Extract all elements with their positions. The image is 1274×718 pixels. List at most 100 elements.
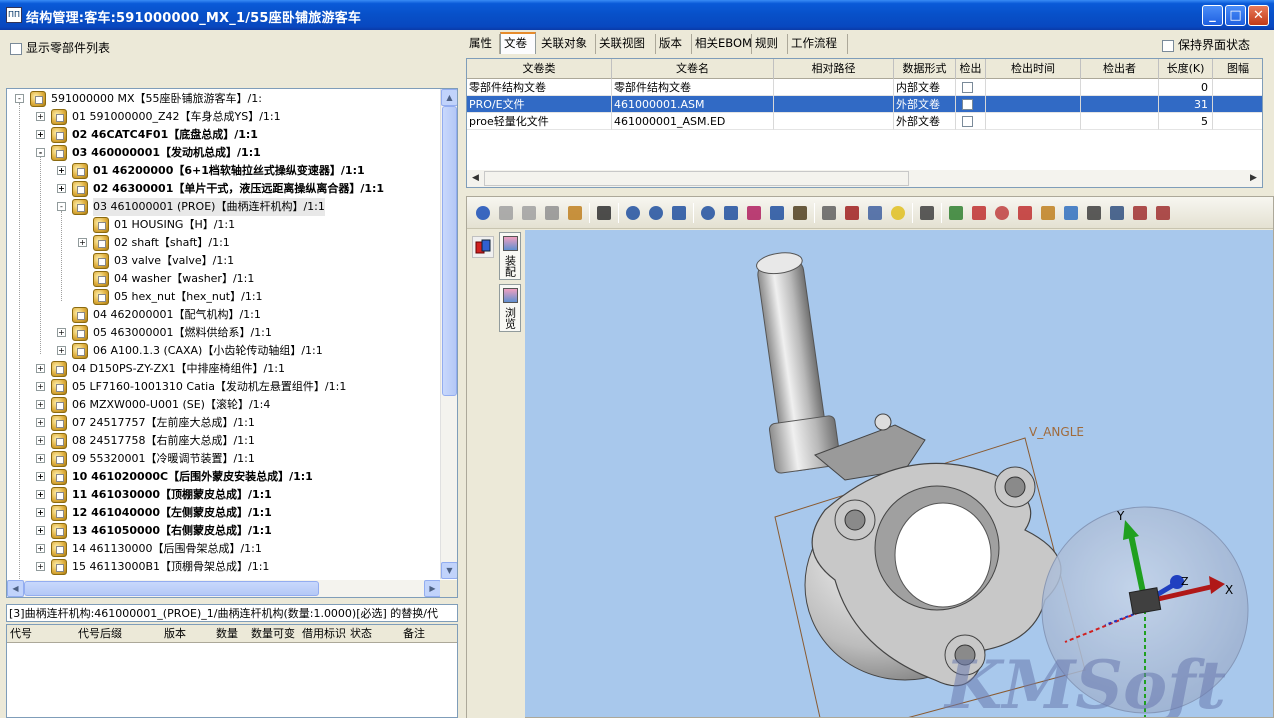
expand-icon[interactable]: + — [36, 418, 45, 427]
expand-icon[interactable]: + — [36, 454, 45, 463]
col-sheet-size[interactable]: 图幅 — [1213, 59, 1262, 79]
section-icon[interactable] — [744, 203, 764, 223]
expand-icon[interactable]: + — [36, 562, 45, 571]
tab-versions[interactable]: 版本 — [656, 34, 692, 54]
scroll-right-arrow-icon[interactable]: ▶ — [1245, 170, 1262, 187]
expand-icon[interactable]: + — [36, 364, 45, 373]
info-icon[interactable] — [473, 203, 493, 223]
collapse-icon[interactable]: - — [15, 94, 24, 103]
col-code-suffix[interactable]: 代号后缀 — [78, 625, 122, 643]
expand-icon[interactable]: + — [36, 490, 45, 499]
tab-related-objects[interactable]: 关联对象 — [538, 34, 596, 54]
model-tree-toggle-icon[interactable] — [472, 236, 494, 258]
col-size-k[interactable]: 长度(K) — [1159, 59, 1213, 79]
document-grid-hscrollbar[interactable]: ◀ ▶ — [467, 170, 1262, 187]
col-relative-path[interactable]: 相对路径 — [774, 59, 894, 79]
col-qty-variable[interactable]: 数量可变 — [251, 625, 295, 643]
expand-icon[interactable]: + — [36, 436, 45, 445]
expand-icon[interactable]: + — [36, 526, 45, 535]
layers-icon[interactable] — [819, 203, 839, 223]
col-doc-type[interactable]: 文卷类 — [467, 59, 612, 79]
rotate-icon[interactable] — [767, 203, 787, 223]
expand-icon[interactable]: + — [57, 184, 66, 193]
tree-horizontal-scrollbar[interactable]: ◀ ▶ — [7, 580, 441, 597]
zoom-window-icon[interactable] — [698, 203, 718, 223]
col-doc-name[interactable]: 文卷名 — [612, 59, 774, 79]
checkout-checkbox[interactable] — [962, 98, 973, 110]
zoom-in-icon[interactable] — [623, 203, 643, 223]
tree-vertical-scrollbar[interactable]: ▲ ▼ — [440, 89, 457, 579]
show-parts-toggle[interactable]: 显示零部件列表 — [10, 39, 110, 56]
bom-icon[interactable] — [1038, 203, 1058, 223]
expand-icon[interactable]: + — [57, 346, 66, 355]
expand-icon[interactable]: + — [36, 112, 45, 121]
properties-icon[interactable] — [917, 203, 937, 223]
col-version[interactable]: 版本 — [164, 625, 186, 643]
expand-icon[interactable]: + — [36, 472, 45, 481]
pmi-icon[interactable] — [842, 203, 862, 223]
checkout-checkbox[interactable] — [962, 81, 973, 93]
side-tab-browse[interactable]: 浏览 — [499, 284, 521, 332]
axis-icon[interactable] — [1107, 203, 1127, 223]
table-row-selected[interactable]: PRO/E文件 461000001.ASM 外部文卷 31 — [467, 96, 1262, 113]
explode-icon[interactable] — [865, 203, 885, 223]
expand-icon[interactable]: + — [36, 400, 45, 409]
screenshot-icon[interactable] — [1061, 203, 1081, 223]
target-icon[interactable] — [992, 203, 1012, 223]
tab-related-views[interactable]: 关联视图 — [596, 34, 656, 54]
substitute-grid[interactable]: 代号 代号后缀 版本 数量 数量可变 借用标识 状态 备注 — [6, 624, 458, 718]
expand-icon[interactable]: + — [36, 382, 45, 391]
minimize-button[interactable]: _ — [1202, 5, 1223, 26]
scroll-down-arrow-icon[interactable]: ▼ — [441, 562, 457, 579]
zoom-out-icon[interactable] — [646, 203, 666, 223]
measure-icon[interactable] — [1153, 203, 1173, 223]
export-icon[interactable] — [565, 203, 585, 223]
fit-all-icon[interactable] — [1130, 203, 1150, 223]
expand-icon[interactable]: + — [36, 130, 45, 139]
maximize-button[interactable]: □ — [1225, 5, 1246, 26]
print-icon[interactable] — [519, 203, 539, 223]
table-row[interactable]: proe轻量化文件 461000001_ASM.ED 外部文卷 5 — [467, 113, 1262, 130]
table-row[interactable]: 零部件结构文卷 零部件结构文卷 内部文卷 0 — [467, 79, 1262, 96]
copy-icon[interactable] — [496, 203, 516, 223]
col-checkout-time[interactable]: 检出时间 — [986, 59, 1081, 79]
expand-icon[interactable]: + — [57, 328, 66, 337]
col-checkout[interactable]: 检出 — [956, 59, 986, 79]
pan-icon[interactable] — [669, 203, 689, 223]
list-icon[interactable] — [1084, 203, 1104, 223]
tree-hscroll-thumb[interactable] — [24, 581, 319, 596]
show-parts-checkbox[interactable] — [10, 42, 22, 55]
scroll-left-arrow-icon[interactable]: ◀ — [467, 170, 484, 187]
document-hscroll-thumb[interactable] — [484, 171, 909, 186]
tab-properties[interactable]: 属性 — [466, 34, 500, 54]
scroll-right-arrow-icon[interactable]: ▶ — [424, 580, 441, 597]
scroll-up-arrow-icon[interactable]: ▲ — [441, 89, 457, 106]
tree-vscroll-thumb[interactable] — [442, 106, 457, 396]
3d-canvas[interactable]: V_ANGLE Y X Z KMSoft — [525, 230, 1273, 717]
assembly-icon[interactable] — [946, 203, 966, 223]
expand-icon[interactable]: + — [36, 508, 45, 517]
close-button[interactable]: ✕ — [1248, 5, 1269, 26]
pen-icon[interactable] — [542, 203, 562, 223]
col-checkout-by[interactable]: 检出者 — [1081, 59, 1159, 79]
tab-rules[interactable]: 规则 — [752, 34, 788, 54]
structure-tree[interactable]: - 591000000 MX【55座卧铺旅游客车】/1: +01 591000000… — [6, 88, 458, 598]
tab-documents[interactable]: 文卷 — [500, 32, 536, 54]
hand-icon[interactable] — [790, 203, 810, 223]
expand-icon[interactable]: + — [57, 166, 66, 175]
collapse-icon[interactable]: - — [57, 202, 66, 211]
checkout-checkbox[interactable] — [962, 115, 973, 127]
tab-related-ebom[interactable]: 相关EBOM — [692, 34, 752, 54]
scroll-left-arrow-icon[interactable]: ◀ — [7, 580, 24, 597]
zoom-fit-icon[interactable] — [721, 203, 741, 223]
col-quantity[interactable]: 数量 — [216, 625, 238, 643]
col-status[interactable]: 状态 — [350, 625, 372, 643]
keep-ui-state-toggle[interactable]: 保持界面状态 — [1162, 36, 1250, 53]
light-bulb-icon[interactable] — [888, 203, 908, 223]
tab-workflow[interactable]: 工作流程 — [788, 34, 848, 54]
keep-ui-state-checkbox[interactable] — [1162, 39, 1174, 52]
col-data-form[interactable]: 数据形式 — [894, 59, 956, 79]
side-tab-assembly[interactable]: 装配 — [499, 232, 521, 280]
col-borrow-flag[interactable]: 借用标识 — [302, 625, 346, 643]
expand-icon[interactable]: + — [36, 544, 45, 553]
